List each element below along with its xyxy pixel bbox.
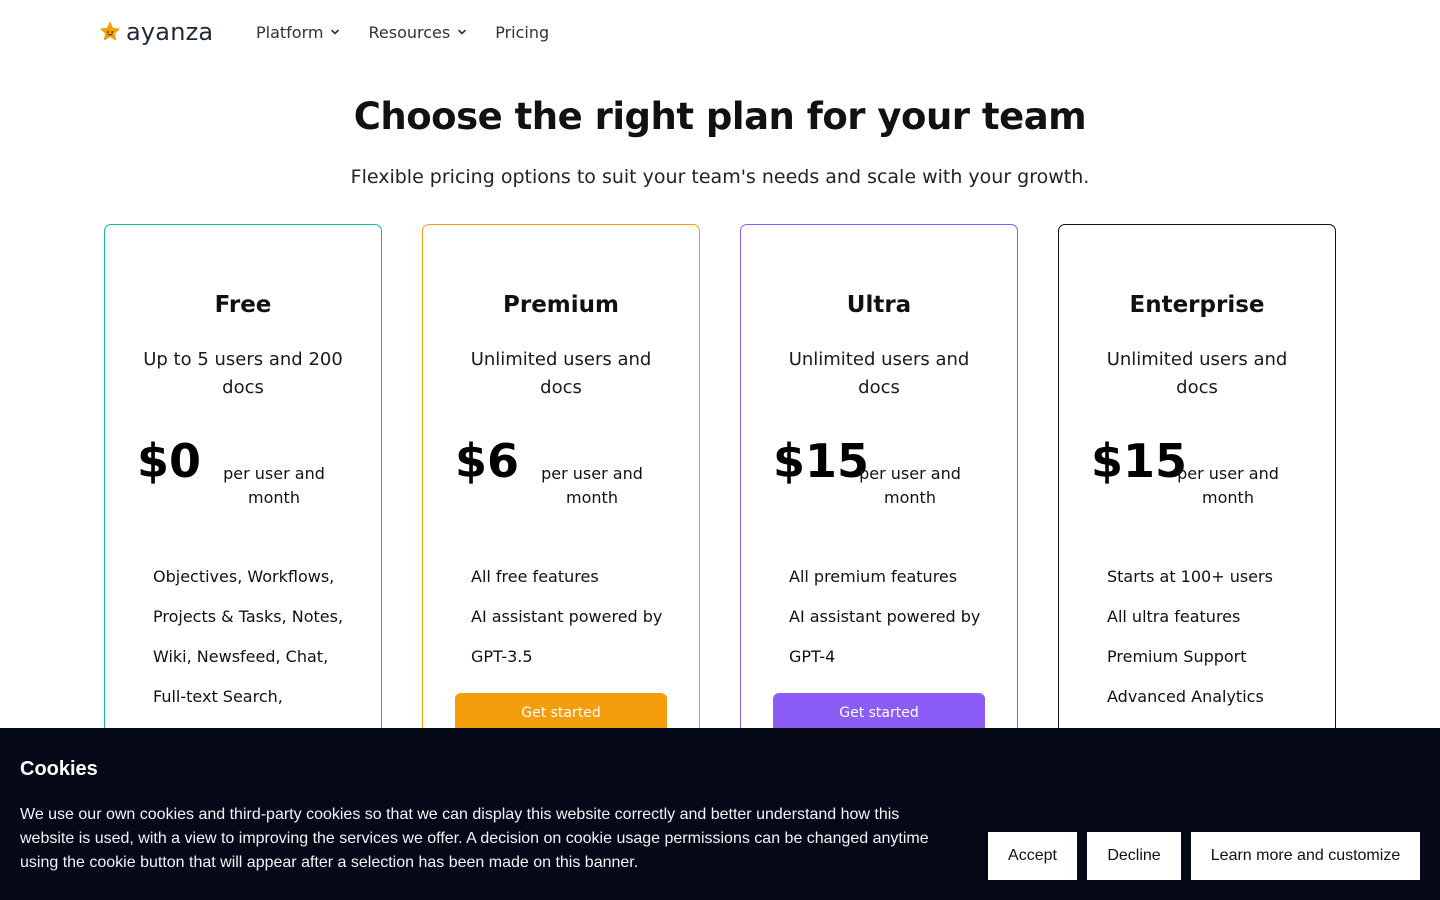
decline-cookies-button[interactable]: Decline <box>1087 832 1181 880</box>
plan-name: Premium <box>503 292 619 318</box>
plan-price-unit: per user and month <box>223 464 325 507</box>
plan-name: Ultra <box>846 292 912 318</box>
feature-item: AI assistant powered by <box>471 607 663 626</box>
plan-price-unit: per user and month <box>859 464 961 507</box>
plan-description: Up to 5 users and 200 docs <box>143 349 343 398</box>
plan-description: Unlimited users and docs <box>1106 349 1288 398</box>
plan-price-unit: per user and month <box>541 464 643 507</box>
nav-item-label: Resources <box>368 22 451 42</box>
feature-item: Starts at 100+ users <box>1107 567 1273 586</box>
nav-item-label: Platform <box>256 22 324 42</box>
feature-item: Full-text Search, <box>153 687 283 706</box>
logo-star-icon <box>100 21 120 41</box>
get-started-button-premium[interactable]: Get started <box>455 693 667 733</box>
nav-item-pricing[interactable]: Pricing <box>495 23 549 42</box>
feature-item: Advanced Analytics <box>1107 687 1264 706</box>
get-started-button-ultra[interactable]: Get started <box>773 693 985 733</box>
brand-logo[interactable]: ayanza <box>99 19 213 45</box>
feature-item: GPT-3.5 <box>471 647 533 666</box>
plan-card-enterprise: Enterprise Unlimited users and docs $15 … <box>1058 224 1336 784</box>
feature-item: GPT-4 <box>789 647 836 666</box>
plan-price: $6 <box>455 434 520 488</box>
feature-list: Starts at 100+ users All ultra features … <box>1107 557 1307 757</box>
plan-price: $0 <box>137 434 202 488</box>
page-subtitle: Flexible pricing options to suit your te… <box>350 166 1090 188</box>
feature-item: Premium Support <box>1107 647 1247 666</box>
feature-list: All free features AI assistant powered b… <box>471 557 671 677</box>
nav-item-resources[interactable]: Resources <box>368 23 467 42</box>
top-navigation: ayanza Platform Resources Pricing <box>0 0 1440 64</box>
chevron-down-icon <box>331 29 340 35</box>
nav-item-label: Pricing <box>495 22 550 42</box>
cookie-banner: Cookies We use our own cookies and third… <box>0 728 1440 900</box>
customize-cookies-button[interactable]: Learn more and customize <box>1191 832 1420 880</box>
chevron-down-icon <box>458 29 467 35</box>
plan-description: Unlimited users and docs <box>470 349 652 398</box>
plan-name: Free <box>214 292 272 318</box>
nav-item-platform[interactable]: Platform <box>256 23 340 42</box>
plan-card-free: Free Up to 5 users and 200 docs $0 per u… <box>104 224 382 784</box>
feature-item: Wiki, Newsfeed, Chat, <box>153 647 329 666</box>
feature-item: Objectives, Workflows, <box>153 567 335 586</box>
plan-card-premium: Premium Unlimited users and docs $6 per … <box>422 224 700 784</box>
plan-price-unit: per user and month <box>1177 464 1279 507</box>
feature-item: All free features <box>471 567 599 586</box>
page-title: Choose the right plan for your team <box>353 94 1087 138</box>
feature-list: All premium features AI assistant powere… <box>789 557 989 677</box>
cookie-banner-text: We use our own cookies and third-party c… <box>20 806 929 871</box>
feature-list: Objectives, Workflows, Projects & Tasks,… <box>153 557 353 757</box>
plan-description: Unlimited users and docs <box>788 349 970 398</box>
feature-item: Projects & Tasks, Notes, <box>153 607 344 626</box>
feature-item: All ultra features <box>1107 607 1241 626</box>
plan-name: Enterprise <box>1129 292 1265 318</box>
accept-cookies-button[interactable]: Accept <box>988 832 1077 880</box>
cookie-banner-title: Cookies <box>20 758 98 780</box>
plan-card-ultra: Ultra Unlimited users and docs $15 per u… <box>740 224 1018 784</box>
main-menu: Platform Resources Pricing <box>256 20 577 44</box>
feature-item: All premium features <box>789 567 958 586</box>
feature-item: AI assistant powered by <box>789 607 981 626</box>
brand-name: ayanza <box>126 18 214 46</box>
